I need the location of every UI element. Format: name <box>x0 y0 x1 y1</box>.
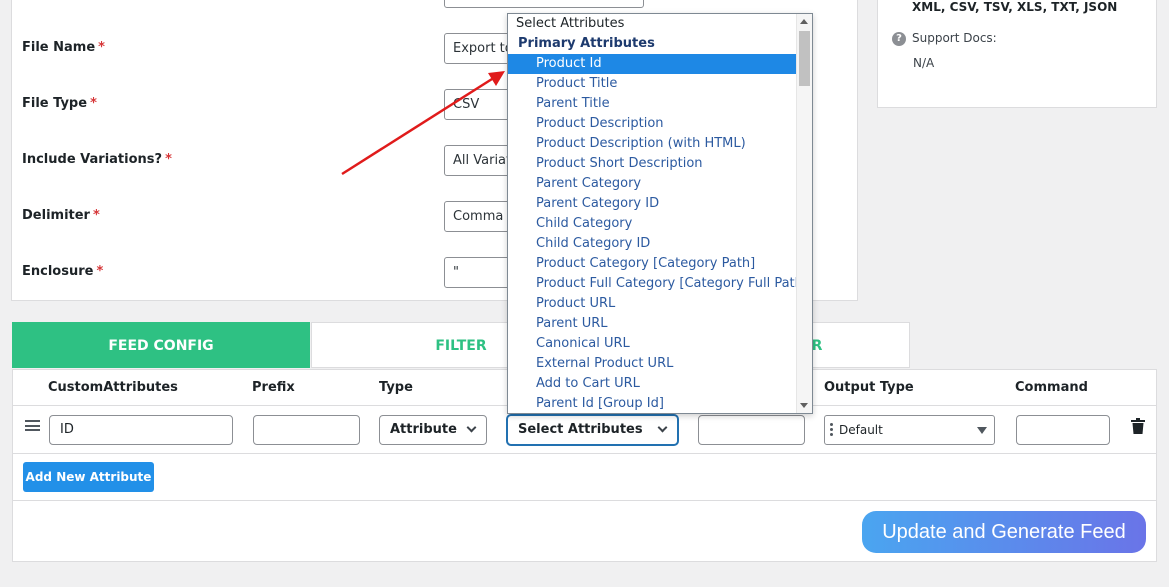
include-variations-label: Include Variations? * <box>22 152 172 167</box>
prefix-input[interactable] <box>253 415 360 445</box>
top-cut-input[interactable] <box>444 0 644 8</box>
dropdown-scrollbar[interactable] <box>796 14 812 413</box>
scrollbar-thumb[interactable] <box>799 31 810 86</box>
dropdown-option[interactable]: Product Description <box>508 114 797 134</box>
drag-dots-icon <box>830 423 833 438</box>
scroll-down-icon[interactable] <box>800 403 808 408</box>
dropdown-option[interactable]: Parent Title <box>508 94 797 114</box>
feed-info-panel <box>877 0 1157 108</box>
attribute-select[interactable]: Select Attributes <box>507 415 678 445</box>
dropdown-option[interactable]: Product Description (with HTML) <box>508 134 797 154</box>
dropdown-option[interactable]: Child Category ID <box>508 234 797 254</box>
support-docs-label: Support Docs: <box>912 31 997 45</box>
custom-attribute-input[interactable]: ID <box>49 415 233 445</box>
dropdown-option[interactable]: Product URL <box>508 294 797 314</box>
scroll-up-icon[interactable] <box>800 19 808 24</box>
type-select[interactable]: Attribute <box>379 415 487 445</box>
trash-icon[interactable] <box>1131 418 1145 434</box>
dropdown-option[interactable]: Add to Cart URL <box>508 374 797 394</box>
add-new-attribute-button[interactable]: Add New Attribute <box>23 462 154 492</box>
delimiter-label: Delimiter * <box>22 208 100 223</box>
col-custom-attributes: CustomAttributes <box>48 380 178 395</box>
row-divider <box>13 453 1156 454</box>
footer-divider <box>13 500 1156 501</box>
dropdown-option[interactable]: Product Category [Category Path] <box>508 254 797 274</box>
chevron-down-icon <box>466 422 477 433</box>
col-command: Command <box>1015 380 1088 395</box>
attribute-dropdown-list[interactable]: Select Attributes Primary Attributes Pro… <box>507 13 813 414</box>
dropdown-option[interactable]: Parent Category ID <box>508 194 797 214</box>
dropdown-placeholder[interactable]: Select Attributes <box>508 14 797 34</box>
dropdown-option[interactable]: Product Title <box>508 74 797 94</box>
chevron-down-icon <box>657 422 668 433</box>
dropdown-option[interactable]: Product Id <box>508 54 797 74</box>
dropdown-option[interactable]: Parent Id [Group Id] <box>508 394 797 413</box>
command-input[interactable] <box>1016 415 1110 445</box>
caret-down-icon <box>977 427 987 434</box>
col-output-type: Output Type <box>824 380 914 395</box>
drag-handle-icon[interactable] <box>25 420 40 431</box>
output-type-select[interactable]: Default <box>824 415 995 445</box>
suffix-input[interactable] <box>698 415 805 445</box>
enclosure-label: Enclosure * <box>22 264 104 279</box>
col-prefix: Prefix <box>252 380 295 395</box>
dropdown-group-label: Primary Attributes <box>518 36 655 51</box>
dropdown-option[interactable]: Product Full Category [Category Full Pat… <box>508 274 797 294</box>
file-type-label: File Type * <box>22 96 97 111</box>
dropdown-option[interactable]: External Product URL <box>508 354 797 374</box>
dropdown-option[interactable]: Child Category <box>508 214 797 234</box>
dropdown-option[interactable]: Product Short Description <box>508 154 797 174</box>
update-generate-feed-button[interactable]: Update and Generate Feed <box>862 511 1146 553</box>
question-icon: ? <box>892 32 906 46</box>
supported-formats: XML, CSV, TSV, XLS, TXT, JSON <box>912 0 1118 14</box>
support-docs-value: N/A <box>913 56 935 70</box>
dropdown-option[interactable]: Canonical URL <box>508 334 797 354</box>
dropdown-option[interactable]: Parent Category <box>508 174 797 194</box>
dropdown-option[interactable]: Parent URL <box>508 314 797 334</box>
col-type: Type <box>379 380 413 395</box>
file-name-label: File Name * <box>22 40 105 55</box>
tab-feed-config[interactable]: FEED CONFIG <box>12 322 310 368</box>
